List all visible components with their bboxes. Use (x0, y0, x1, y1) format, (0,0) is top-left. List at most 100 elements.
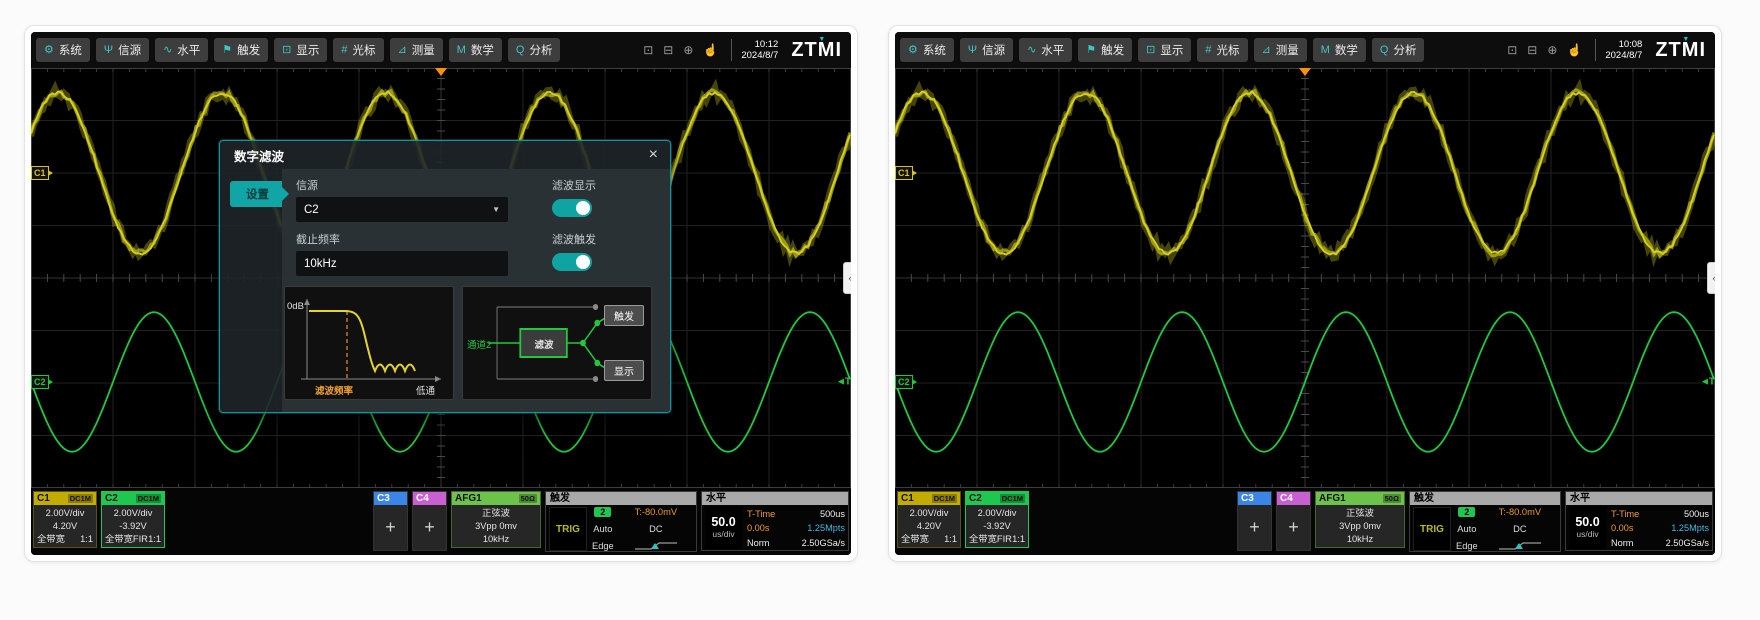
waveform-display: C1 C2 ◄T ‹ 数字滤波 × 设置 (31, 68, 851, 488)
menu-system[interactable]: ⚙系统 (36, 38, 90, 62)
t-time-value: 500us (1655, 507, 1709, 521)
menu-source[interactable]: Ψ信源 (960, 38, 1013, 62)
channel1-position-marker[interactable]: C1 (31, 166, 49, 180)
dialog-content: 信源 C2 ▼ 滤波显示 (282, 169, 670, 412)
menu-source[interactable]: Ψ信源 (96, 38, 149, 62)
channel4-badge[interactable]: C4 + (1276, 491, 1311, 551)
signal-source-icon: Ψ (104, 45, 113, 56)
menu-bar: ⚙系统 Ψ信源 ∿水平 ⚑触发 ⊡显示 #光标 ⊿测量 M数学 Q分析 ⊡ ⊟ … (895, 32, 1715, 68)
horizontal-section[interactable]: 水平 50.0us/div T-Time500us 0.00s1.25Mpts … (701, 491, 849, 551)
menu-measure[interactable]: ⊿测量 (1254, 38, 1307, 62)
edge-slope-icon (1497, 540, 1543, 551)
add-channel4[interactable]: + (413, 505, 446, 550)
trigger-level: T:-80.0mV (1499, 507, 1541, 517)
time: 10:12 (741, 39, 778, 50)
ch1-offset: 4.20V (901, 520, 957, 533)
menu-display[interactable]: ⊡显示 (274, 38, 327, 62)
display-monitor-icon: ⊡ (1146, 45, 1155, 56)
close-icon[interactable]: × (649, 147, 658, 163)
side-panel-handle[interactable]: ‹ (1707, 262, 1715, 294)
trigger-position-marker[interactable] (435, 68, 447, 76)
delay-value: 0.00s (1611, 521, 1649, 535)
menu-horizontal[interactable]: ∿水平 (1019, 38, 1072, 62)
math-icon: M (1321, 45, 1330, 56)
filter-display-toggle[interactable] (552, 199, 592, 217)
menu-display[interactable]: ⊡显示 (1138, 38, 1191, 62)
ch1-bandwidth: 全带宽 (901, 533, 929, 546)
menu-trigger[interactable]: ⚑触发 (1078, 38, 1132, 62)
ch2-probe: 1:1 (148, 533, 161, 546)
delay-value: 0.00s (747, 521, 785, 535)
trigger-section[interactable]: 触发 TRIG 2 Auto Edge T:-80.0mV DC (1409, 491, 1561, 552)
channel3-badge[interactable]: C3 + (373, 491, 408, 551)
menu-math[interactable]: M数学 (449, 38, 502, 62)
network-icon[interactable]: ⊕ (683, 43, 693, 57)
scope-screenshot-left: ⚙系统 Ψ信源 ∿水平 ⚑触发 ⊡显示 #光标 ⊿测量 M数学 Q分析 ⊡ ⊟ … (24, 25, 858, 562)
channel2-position-marker[interactable]: C2 (895, 375, 913, 389)
toggle-knob (576, 201, 590, 215)
t-time-label: T-Time (1611, 507, 1649, 521)
toggle-knob (576, 255, 590, 269)
menu-cursor[interactable]: #光标 (1197, 38, 1247, 62)
date: 2024/8/7 (741, 50, 778, 61)
brand-logo: ▼ZTMI (791, 39, 842, 62)
menu-trigger[interactable]: ⚑触发 (214, 38, 268, 62)
add-channel4[interactable]: + (1277, 505, 1310, 550)
afg-waveform: 正弦波 (1319, 507, 1401, 520)
ch1-scale: 2.00V/div (37, 507, 93, 520)
trigger-section[interactable]: 触发 TRIG 2 Auto Edge T:-80.0mV DC (545, 491, 697, 552)
usb-storage-icon[interactable]: ⊟ (663, 43, 673, 57)
trigger-flag-icon: ⚑ (1086, 45, 1096, 56)
touch-icon[interactable]: ☝ (703, 43, 718, 57)
menu-cursor[interactable]: #光标 (333, 38, 383, 62)
network-icon[interactable]: ⊕ (1547, 43, 1557, 57)
screen-mirror-icon[interactable]: ⊡ (1507, 43, 1517, 57)
source-select[interactable]: C2 ▼ (296, 197, 508, 222)
menu-math[interactable]: M数学 (1313, 38, 1366, 62)
ch2-scale: 2.00V/div (105, 507, 161, 520)
filter-trigger-toggle[interactable] (552, 253, 592, 271)
channel4-badge[interactable]: C4 + (412, 491, 447, 551)
trig-status: TRIG (549, 507, 587, 551)
channel2-badge[interactable]: C2DC1M 2.00V/div -3.92V 全带宽FIR1:1 (101, 491, 165, 548)
diagram-display-button: 显示 (604, 360, 644, 381)
touch-icon[interactable]: ☝ (1567, 43, 1582, 57)
afg-badge[interactable]: AFG150Ω 正弦波 3Vpp 0mv 10kHz (451, 491, 541, 548)
menu-analyze[interactable]: Q分析 (1372, 38, 1425, 62)
channel2-position-marker[interactable]: C2 (31, 375, 49, 389)
afg-frequency: 10kHz (455, 533, 537, 546)
diagram-trigger-button: 触发 (604, 305, 644, 326)
scope-display (895, 68, 1715, 488)
screen-mirror-icon[interactable]: ⊡ (643, 43, 653, 57)
coupling-tag: DC1M (932, 494, 957, 503)
math-icon: M (457, 45, 466, 56)
trigger-level-marker[interactable]: ◄T (836, 377, 850, 388)
add-channel3[interactable]: + (374, 505, 407, 550)
afg-amplitude: 3Vpp 0mv (1319, 520, 1401, 533)
cutoff-input[interactable]: 10kHz (296, 251, 508, 276)
horizontal-section[interactable]: 水平 50.0us/div T-Time500us 0.00s1.25Mpts … (1565, 491, 1713, 551)
afg-badge[interactable]: AFG150Ω 正弦波 3Vpp 0mv 10kHz (1315, 491, 1405, 548)
tab-settings[interactable]: 设置 (230, 181, 282, 207)
filter-response-plot: 0dB 滤波频率 低通 (284, 286, 454, 400)
channel1-position-marker[interactable]: C1 (895, 166, 913, 180)
usb-storage-icon[interactable]: ⊟ (1527, 43, 1537, 57)
menu-horizontal[interactable]: ∿水平 (155, 38, 208, 62)
trigger-level-marker[interactable]: ◄T (1700, 377, 1714, 388)
trigger-position-marker[interactable] (1299, 68, 1311, 76)
menu-analyze[interactable]: Q分析 (508, 38, 561, 62)
info-bar: C1DC1M 2.00V/div 4.20V 全带宽1:1 C2DC1M 2.0… (31, 488, 851, 555)
add-channel3[interactable]: + (1238, 505, 1271, 550)
trigger-flag-icon: ⚑ (222, 45, 232, 56)
clock: 10:12 2024/8/7 (731, 39, 778, 62)
coupling-tag: DC1M (1000, 494, 1025, 503)
menu-measure[interactable]: ⊿测量 (390, 38, 443, 62)
channel1-badge[interactable]: C1DC1M 2.00V/div 4.20V 全带宽1:1 (33, 491, 97, 548)
channel1-badge[interactable]: C1DC1M 2.00V/div 4.20V 全带宽1:1 (897, 491, 961, 548)
menu-system[interactable]: ⚙系统 (900, 38, 954, 62)
channel2-badge[interactable]: C2DC1M 2.00V/div -3.92V 全带宽FIR1:1 (965, 491, 1029, 548)
side-panel-handle[interactable]: ‹ (843, 262, 851, 294)
channel3-badge[interactable]: C3 + (1237, 491, 1272, 551)
brand-logo: ▼ZTMI (1655, 39, 1706, 62)
signal-source-icon: Ψ (968, 45, 977, 56)
